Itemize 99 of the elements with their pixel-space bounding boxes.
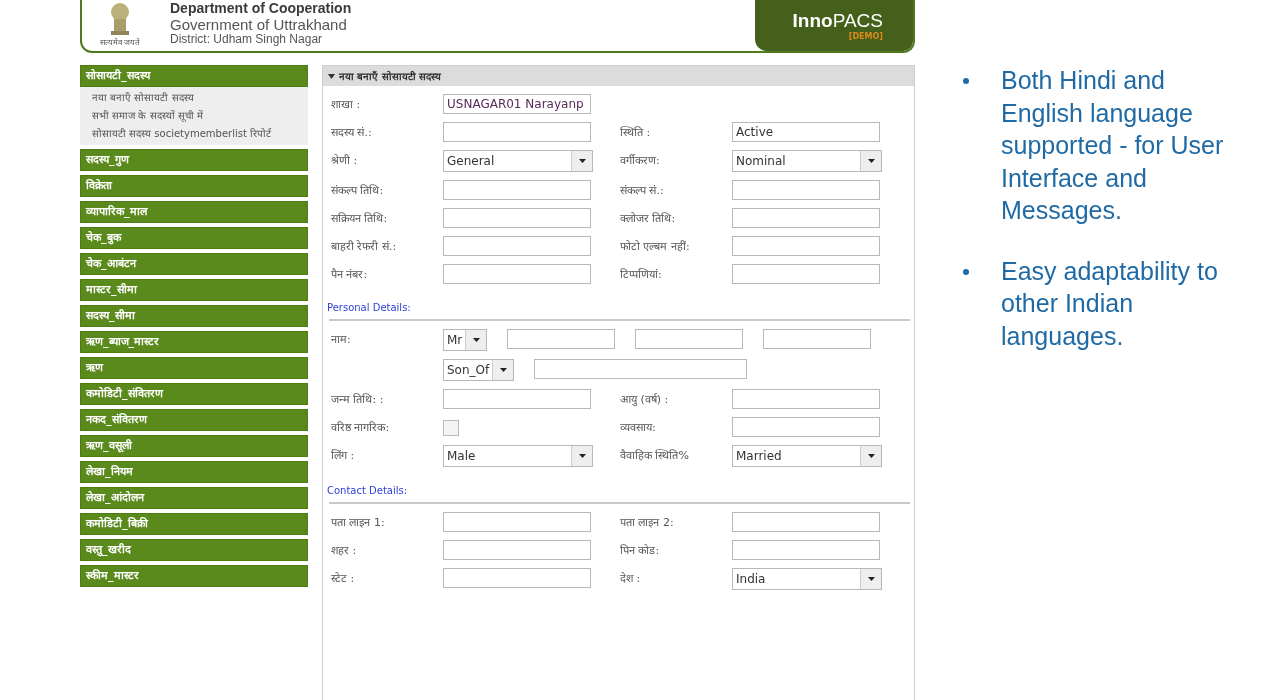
caret-icon: [499, 368, 507, 373]
department-title: Department of Cooperation: [170, 0, 353, 17]
text-field[interactable]: [763, 329, 872, 350]
field-label: व्यवसाय:: [620, 420, 657, 435]
field-label: श्रेणी :: [331, 153, 359, 168]
field-label: देश :: [620, 571, 642, 586]
sidebar-item[interactable]: सदस्य_गुण: [80, 149, 308, 172]
field-label: जन्म तिथि: :: [331, 392, 385, 407]
sidebar-item[interactable]: कमोडिटी_संवितरण: [80, 383, 308, 406]
text-field[interactable]: [732, 512, 880, 533]
field-label: बाहरी रेफरी सं.:: [331, 239, 398, 254]
sidebar-item[interactable]: चेक_बुक: [80, 227, 308, 250]
dropdown[interactable]: Son_Of: [443, 359, 515, 382]
caret-icon: [867, 454, 875, 459]
text-field[interactable]: [507, 329, 616, 350]
dropdown[interactable]: General: [443, 150, 593, 173]
field-label: टिप्पणियां:: [620, 267, 663, 282]
text-field[interactable]: Active: [732, 122, 880, 143]
field-label: फोटो एल्बम नहीं:: [620, 239, 691, 254]
text-field[interactable]: [443, 180, 591, 201]
sidebar-item[interactable]: व्यापारिक_माल: [80, 201, 308, 224]
section-heading: Personal Details:: [326, 301, 412, 316]
field-label: लिंग :: [331, 448, 356, 463]
sidebar-item[interactable]: ऋण_वसूली: [80, 435, 308, 458]
field-label: सदस्य सं.:: [331, 125, 373, 140]
sidebar-item[interactable]: कमोडिटी_बिक्री: [80, 513, 308, 536]
text-field[interactable]: [443, 208, 591, 229]
caret-icon: [578, 159, 586, 164]
text-field[interactable]: [732, 236, 880, 257]
text-field[interactable]: USNAGAR01 Narayanp: [443, 94, 591, 115]
text-field[interactable]: [732, 208, 880, 229]
panel-header[interactable]: नया बनाएँ सोसायटी सदस्य: [323, 66, 914, 87]
field-label: स्टेट :: [331, 571, 356, 586]
text-field[interactable]: [732, 417, 880, 438]
dropdown[interactable]: India: [732, 568, 882, 591]
text-field[interactable]: [534, 359, 748, 380]
collapse-icon: [328, 73, 335, 79]
field-label: सक्रियन तिथि:: [331, 211, 389, 226]
sidebar-item[interactable]: लेखा_नियम: [80, 461, 308, 484]
sidebar-item[interactable]: चेक_आबंटन: [80, 253, 308, 276]
sidebar-item[interactable]: सोसायटी_सदस्य: [80, 65, 308, 88]
submenu-item[interactable]: सोसायटी सदस्य societymemberlist रिपोर्ट: [92, 125, 282, 144]
field-label: संकल्प सं.:: [620, 183, 665, 198]
submenu-item[interactable]: नया बनाएँ सोसायटी सदस्य: [92, 89, 282, 108]
field-label: वैवाहिक स्थिति%: [620, 448, 690, 463]
text-field[interactable]: [443, 122, 591, 143]
sidebar-item[interactable]: ऋण: [80, 357, 308, 380]
field-label: शहर :: [331, 543, 358, 558]
text-field[interactable]: [443, 389, 591, 410]
text-field[interactable]: [732, 264, 880, 285]
text-field[interactable]: [732, 540, 880, 561]
sidebar-item[interactable]: ऋण_ब्याज_मास्टर: [80, 331, 308, 354]
bullet-icon: [963, 268, 969, 275]
field-label: आयु (वर्ष) :: [620, 392, 670, 407]
bullet-icon: [963, 78, 969, 84]
caret-icon: [867, 577, 875, 582]
sidebar-item[interactable]: वस्तु_खरीद: [80, 539, 308, 562]
government-name: Government of Uttrakhand: [170, 16, 348, 34]
field-label: स्थिति :: [620, 125, 652, 140]
caret-icon: [578, 454, 586, 459]
sidebar-item[interactable]: मास्टर_सीमा: [80, 279, 308, 302]
dropdown[interactable]: Mr: [443, 329, 488, 352]
sidebar-item[interactable]: विक्रेता: [80, 175, 308, 198]
panel-title: नया बनाएँ सोसायटी सदस्य: [339, 69, 442, 84]
field-label: पता लाइन 1:: [331, 515, 386, 530]
sidebar-item[interactable]: सदस्य_सीमा: [80, 305, 308, 328]
dropdown[interactable]: Male: [443, 445, 593, 468]
text-field[interactable]: [443, 568, 591, 589]
submenu-item[interactable]: सभी समाज के सदस्यों सूची में: [92, 107, 282, 126]
district-name: District: Udham Singh Nagar: [170, 33, 324, 48]
text-field[interactable]: [443, 264, 591, 285]
field-label: शाखा :: [331, 97, 362, 112]
section-heading: Contact Details:: [326, 484, 409, 499]
bullet-text: Both Hindi and English language supported - for User Interface and Messages.: [1001, 65, 1225, 226]
sidebar-item[interactable]: स्कीम_मास्टर: [80, 565, 308, 588]
text-field[interactable]: [635, 329, 744, 350]
field-label: पैन नंबर:: [331, 267, 369, 282]
field-label: क्लोजर तिथि:: [620, 211, 677, 226]
field-label: पता लाइन 2:: [620, 515, 675, 530]
dropdown[interactable]: Nominal: [732, 150, 882, 173]
text-field[interactable]: [443, 236, 591, 257]
brand-logo: InnoPACS [DEMO]: [755, 0, 913, 52]
text-field[interactable]: [443, 540, 591, 561]
emblem-caption: सत्यमेव जयते: [99, 37, 141, 48]
caret-icon: [867, 159, 875, 164]
sidebar-item[interactable]: लेखा_आंदोलन: [80, 487, 308, 510]
sidebar-item[interactable]: नकद_संवितरण: [80, 409, 308, 432]
text-field[interactable]: [443, 512, 591, 533]
caret-icon: [472, 338, 480, 343]
field-label: वरिष्ठ नागरिक:: [331, 420, 391, 435]
field-label: पिन कोड:: [620, 543, 661, 558]
text-field[interactable]: [732, 389, 880, 410]
dropdown[interactable]: Married: [732, 445, 882, 468]
checkbox[interactable]: [443, 420, 459, 437]
text-field[interactable]: [732, 180, 880, 201]
field-label: संकल्प तिथि:: [331, 183, 385, 198]
bullet-text: Easy adaptability to other Indian languages.: [1001, 255, 1219, 352]
field-label: नाम:: [331, 332, 352, 347]
field-label: वर्गीकरण:: [620, 153, 661, 168]
